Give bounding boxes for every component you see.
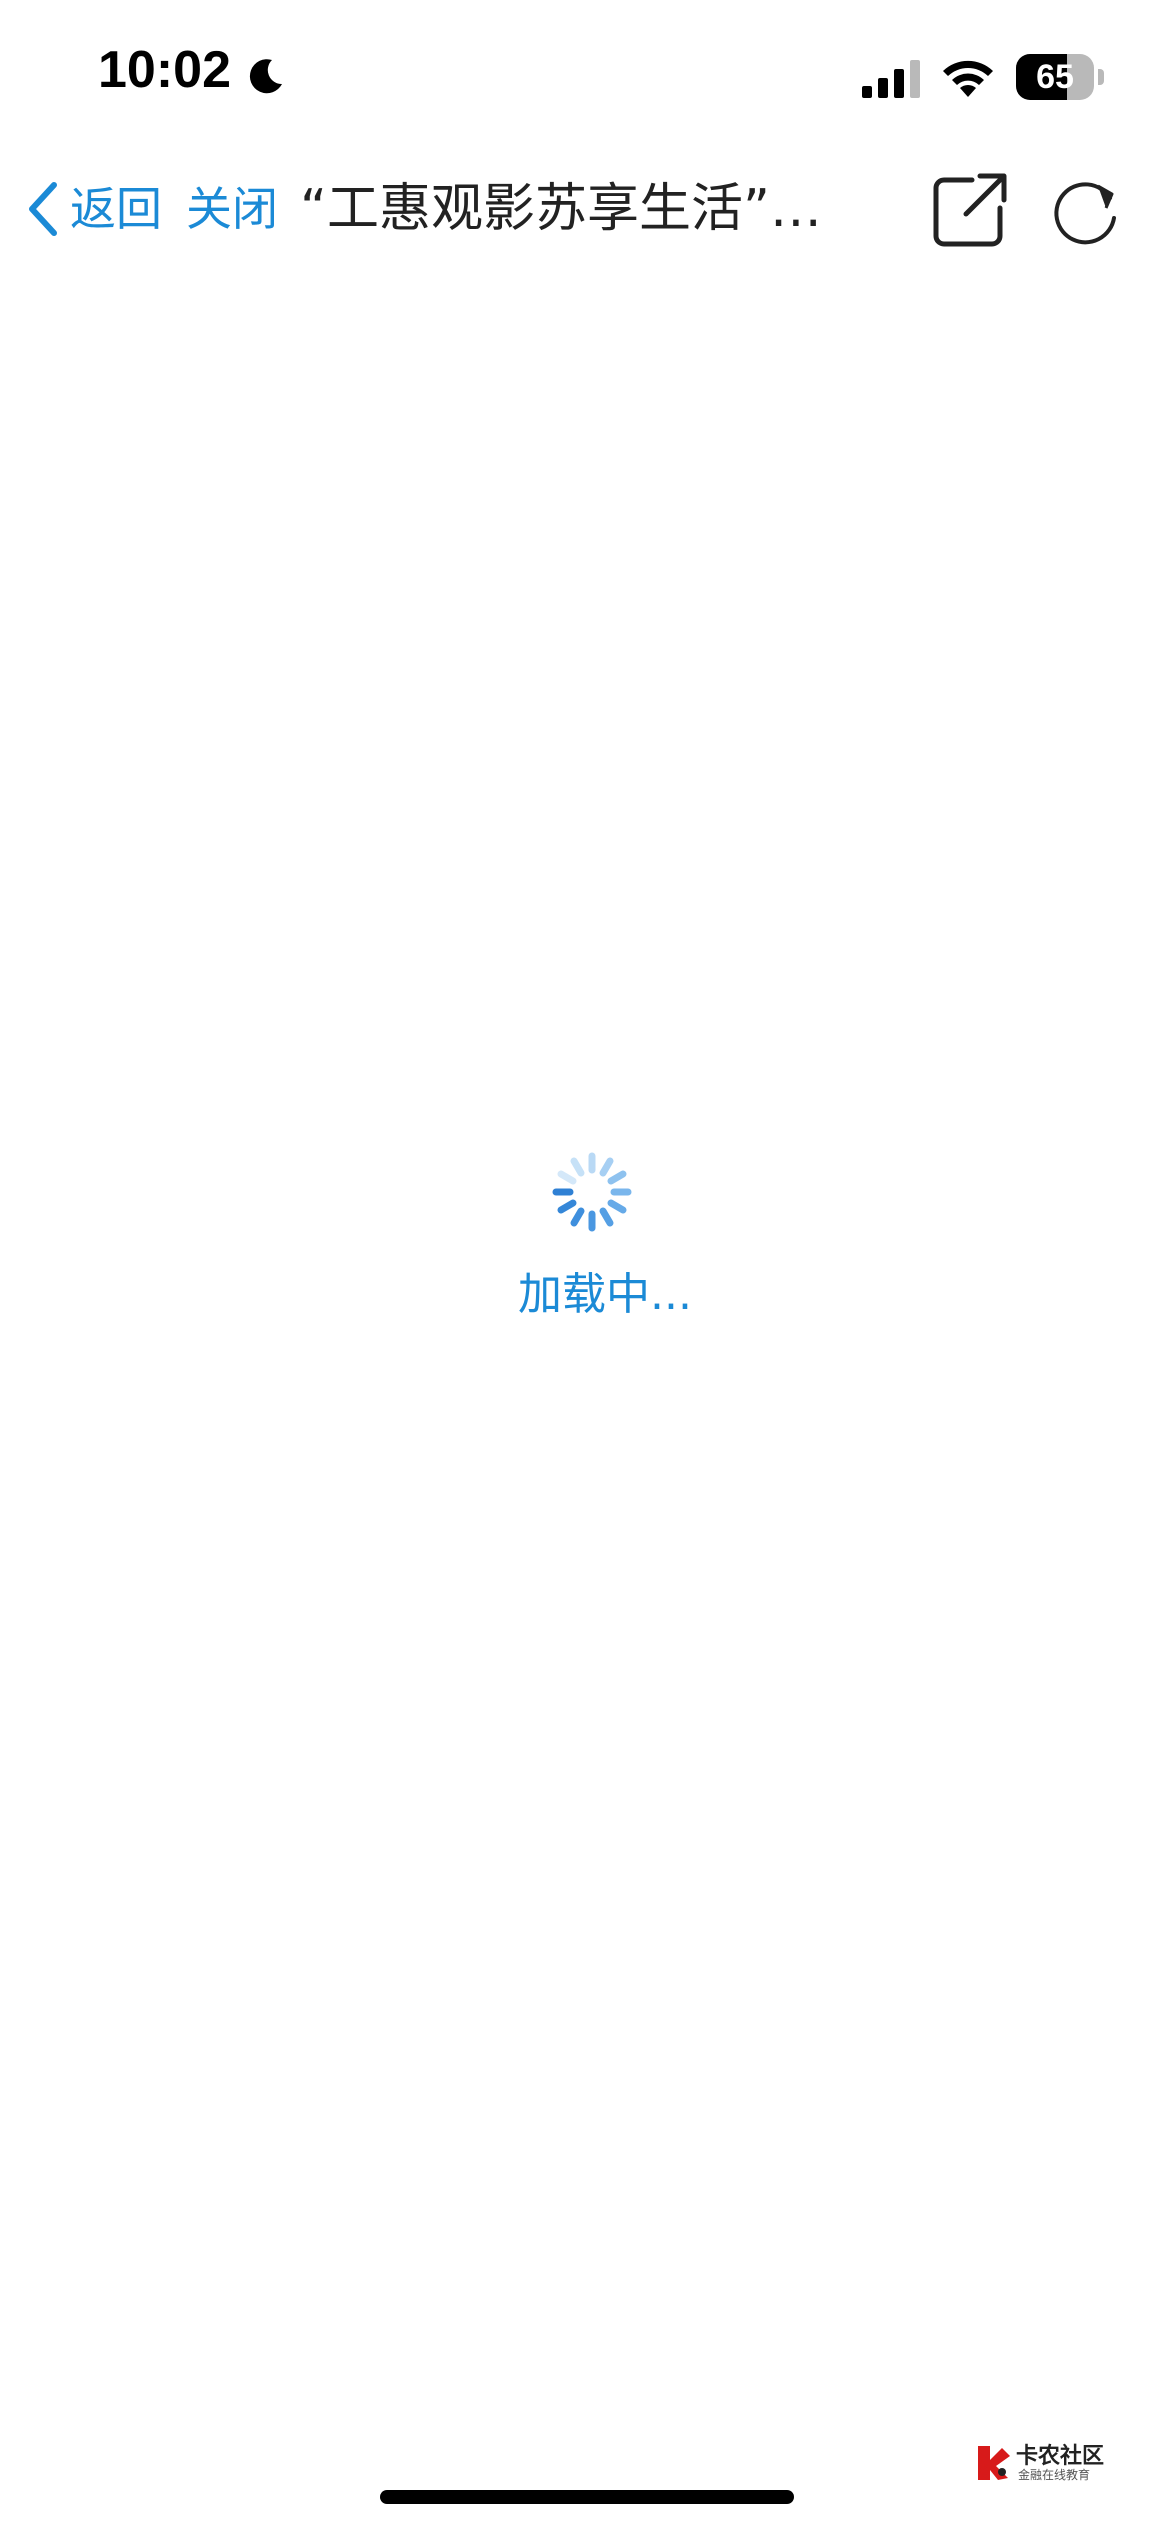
status-time: 10:02 (98, 41, 231, 99)
status-bar: 10:02 65 (0, 0, 1170, 150)
wifi-icon (943, 60, 993, 97)
battery-body: 65 (1016, 54, 1094, 100)
nav-bar: 返回 关闭 “工惠观影苏享生活”… (0, 150, 1170, 270)
battery-indicator: 65 (1016, 54, 1104, 100)
cellular-signal-icon (862, 60, 920, 98)
spinner-icon (552, 1152, 632, 1232)
page-title: “工惠观影苏享生活”… (300, 179, 822, 239)
close-button[interactable]: 关闭 (186, 174, 278, 244)
loading-indicator: 加载中... (0, 1150, 1170, 1370)
chevron-left-icon (29, 182, 57, 236)
battery-cap (1098, 69, 1104, 85)
screen: 10:02 65 返回 关闭 “工惠观影苏享生活”… 加载中... 卡农社区 金… (0, 0, 1170, 2532)
moon-icon (249, 59, 282, 94)
back-label: 返回 (70, 182, 162, 236)
watermark-subtitle: 金融在线教育 (1018, 2468, 1091, 2482)
back-button[interactable]: 返回 (22, 174, 162, 244)
refresh-icon (1054, 182, 1116, 245)
home-indicator[interactable] (380, 2490, 794, 2504)
battery-level-text: 65 (1036, 58, 1074, 96)
share-button[interactable] (930, 170, 1010, 250)
loading-text: 加载中... (518, 1269, 692, 1320)
watermark: 卡农社区 金融在线教育 (972, 2438, 1122, 2488)
kanong-logo-icon (978, 2446, 1010, 2480)
share-icon (933, 173, 1007, 247)
refresh-button[interactable] (1046, 172, 1124, 250)
